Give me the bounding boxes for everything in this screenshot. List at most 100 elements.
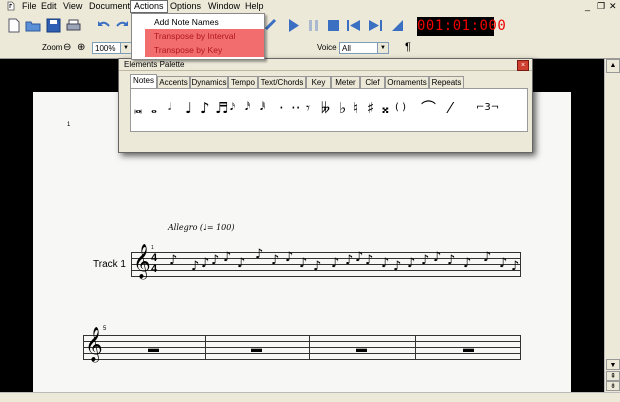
pause-icon[interactable] xyxy=(305,17,322,34)
note[interactable]: ♪ xyxy=(223,251,231,264)
palette-glyph-button[interactable]: · xyxy=(279,93,284,123)
palette-glyph-button[interactable]: ♪ xyxy=(200,93,210,123)
palette-glyph-button[interactable]: 𝅘𝅥𝅱 xyxy=(260,93,265,123)
zoom-in-icon[interactable]: ⊕ xyxy=(77,42,85,53)
scroll-up-icon[interactable]: ▲ xyxy=(606,59,620,73)
note[interactable]: ♪ xyxy=(365,254,373,267)
menu-options[interactable]: Options xyxy=(167,0,204,13)
note[interactable]: ♪ xyxy=(191,260,199,273)
palette-glyph-button[interactable]: ♬ xyxy=(215,93,228,123)
palette-glyph-button[interactable]: 𝅘𝅥𝅯 xyxy=(230,93,235,123)
minimize-icon[interactable]: _ xyxy=(582,0,593,13)
palette-glyph-button[interactable]: ♮ xyxy=(353,93,358,123)
note[interactable]: ♪ xyxy=(381,257,389,270)
zoom-out-icon[interactable]: ⊖ xyxy=(63,42,71,53)
app-icon[interactable] xyxy=(4,0,18,13)
record-icon[interactable] xyxy=(389,17,406,34)
tab-key[interactable]: Key xyxy=(306,76,331,88)
save-icon[interactable] xyxy=(45,17,62,34)
play-icon[interactable] xyxy=(285,17,302,34)
tab-tempo[interactable]: Tempo xyxy=(228,76,258,88)
note[interactable]: ♪ xyxy=(285,251,293,264)
palette-glyph-button[interactable]: 𝄾 xyxy=(306,93,310,123)
palette-glyph-button[interactable]: ♭ xyxy=(339,93,346,123)
track-name[interactable]: Track 1 xyxy=(93,259,126,270)
note[interactable]: ♪ xyxy=(511,260,519,273)
staff-1[interactable]: 𝄞 1 4 4 ♪ ♪ ♪ ♪ ♪ ♪ ♪ ♪ ♪ ♪ ♪ ♪ ♪ ♪ ♪ ♪ ♪ ♪ ♪ ♪ ♪ ♪ ♪ ♪ ♪ xyxy=(131,245,521,278)
tab-repeats[interactable]: Repeats xyxy=(429,76,464,88)
new-document-icon[interactable] xyxy=(5,17,22,34)
menu-window[interactable]: Window xyxy=(205,0,243,13)
menu-view[interactable]: View xyxy=(60,0,85,13)
page-up-icon[interactable]: ⇞ xyxy=(606,371,620,381)
palette-glyph-button[interactable]: ( ) xyxy=(395,93,406,123)
note[interactable]: ♪ xyxy=(299,257,307,270)
note[interactable]: ♪ xyxy=(433,251,441,264)
close-icon[interactable]: ✕ xyxy=(606,0,620,13)
fast-forward-icon[interactable] xyxy=(367,17,384,34)
tab-meter[interactable]: Meter xyxy=(331,76,360,88)
whole-rest[interactable]: ▬ xyxy=(356,343,367,355)
palette-title[interactable]: Elements Palette xyxy=(119,59,532,71)
menu-transpose-by-key[interactable]: Transpose by Key xyxy=(145,43,264,57)
tab-ornaments[interactable]: Ornaments xyxy=(385,76,429,88)
tab-notes[interactable]: Notes xyxy=(130,74,157,88)
note[interactable]: ♪ xyxy=(313,260,321,273)
note[interactable]: ♪ xyxy=(407,257,415,270)
palette-glyph-button[interactable]: ·· xyxy=(291,93,301,123)
whole-rest[interactable]: ▬ xyxy=(148,343,159,355)
scroll-down-icon[interactable]: ▼ xyxy=(606,359,620,370)
note[interactable]: ♪ xyxy=(201,257,209,270)
whole-rest[interactable]: ▬ xyxy=(463,343,474,355)
palette-glyph-button[interactable]: ♩ xyxy=(185,93,192,123)
menu-file[interactable]: File xyxy=(19,0,40,13)
menu-transpose-by-interval[interactable]: Transpose by Interval xyxy=(145,29,264,43)
palette-glyph-button[interactable]: 𝅗𝅥 xyxy=(168,93,171,123)
close-icon[interactable]: × xyxy=(517,60,529,71)
note[interactable]: ♪ xyxy=(271,254,279,267)
menu-actions[interactable]: Actions xyxy=(130,0,168,13)
palette-glyph-button[interactable]: 𝅘𝅥𝅰 xyxy=(245,93,250,123)
tempo-marking[interactable]: Allegro (♩= 100) xyxy=(168,223,234,232)
tab-clef[interactable]: Clef xyxy=(360,76,385,88)
print-icon[interactable] xyxy=(65,17,82,34)
menu-add-note-names[interactable]: Add Note Names xyxy=(132,15,264,29)
open-folder-icon[interactable] xyxy=(25,17,42,34)
note[interactable]: ♪ xyxy=(237,257,245,270)
note[interactable]: ♪ xyxy=(169,254,177,267)
note[interactable]: ♪ xyxy=(447,254,455,267)
staff-2[interactable]: 𝄞 5 ▬ ▬ ▬ ▬ xyxy=(83,326,521,361)
whole-rest[interactable]: ▬ xyxy=(251,343,262,355)
tool-icon[interactable] xyxy=(263,17,280,34)
stop-icon[interactable] xyxy=(325,17,342,34)
tab-text-chords[interactable]: Text/Chords xyxy=(258,76,306,88)
rewind-icon[interactable] xyxy=(345,17,362,34)
tab-dynamics[interactable]: Dynamics xyxy=(190,76,228,88)
note[interactable]: ♪ xyxy=(393,260,401,273)
note[interactable]: ♪ xyxy=(211,254,219,267)
note[interactable]: ♪ xyxy=(483,251,491,264)
redo-icon[interactable] xyxy=(114,17,131,34)
undo-icon[interactable] xyxy=(95,17,112,34)
menu-edit[interactable]: Edit xyxy=(38,0,60,13)
note[interactable]: ♪ xyxy=(499,257,507,270)
vertical-scrollbar[interactable]: ▲ ▼ ⇞ ⇟ xyxy=(604,59,620,392)
palette-glyph-button[interactable]: ⌐3¬ xyxy=(476,93,499,123)
note[interactable]: ♪ xyxy=(463,257,471,270)
note[interactable]: ♪ xyxy=(355,251,363,264)
palette-glyph-button[interactable]: 𝄪 xyxy=(382,93,389,123)
palette-glyph-button[interactable]: 𝅝 xyxy=(151,93,157,123)
note[interactable]: ♪ xyxy=(331,257,339,270)
voice-select[interactable]: All ▼ xyxy=(339,42,389,54)
palette-glyph-button[interactable]: ⁄ xyxy=(449,93,452,123)
note[interactable]: ♪ xyxy=(421,254,429,267)
note[interactable]: ♪ xyxy=(255,248,263,261)
menu-document[interactable]: Document xyxy=(86,0,133,13)
page-down-icon[interactable]: ⇟ xyxy=(606,381,620,391)
note[interactable]: ♪ xyxy=(345,254,353,267)
zoom-select[interactable]: 100% ▼ xyxy=(92,42,132,54)
palette-glyph-button[interactable]: 𝄫 xyxy=(321,93,330,123)
tab-accents[interactable]: Accents xyxy=(157,76,190,88)
palette-glyph-button[interactable]: 𝅜 xyxy=(134,93,143,123)
palette-glyph-button[interactable]: ⌒ xyxy=(421,93,436,123)
